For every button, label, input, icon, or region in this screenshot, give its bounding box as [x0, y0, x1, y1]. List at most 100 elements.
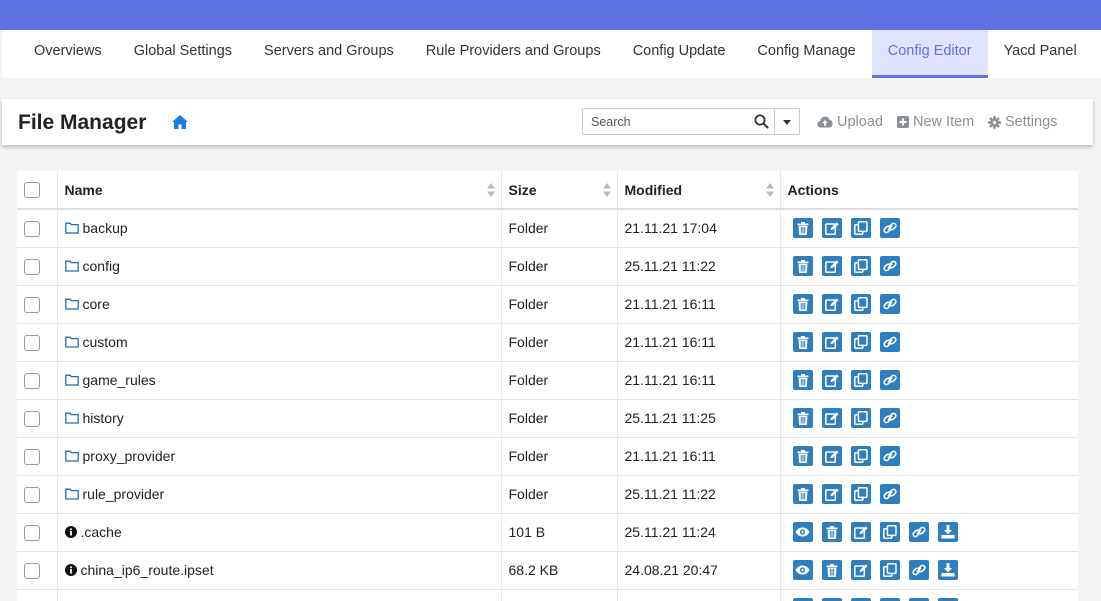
link-button[interactable] — [879, 256, 900, 276]
row-checkbox[interactable] — [24, 448, 40, 465]
link-button[interactable] — [908, 560, 929, 580]
table-row[interactable]: core Folder 21.11.21 16:11 — [17, 285, 1078, 324]
trash-button[interactable] — [792, 446, 813, 466]
name-cell[interactable] — [57, 589, 502, 601]
select-all-checkbox[interactable] — [24, 182, 40, 199]
trash-button[interactable] — [792, 484, 813, 504]
tab-rule-providers-and-groups[interactable]: Rule Providers and Groups — [410, 30, 617, 78]
copy-button[interactable] — [850, 446, 871, 466]
tab-ser[interactable]: Ser — [1093, 30, 1101, 78]
table-row[interactable]: proxy_provider Folder 21.11.21 16:11 — [17, 437, 1078, 476]
row-checkbox[interactable] — [24, 486, 40, 503]
link-button[interactable] — [879, 408, 900, 428]
tab-config-update[interactable]: Config Update — [617, 30, 742, 78]
trash-button[interactable] — [792, 408, 813, 428]
name-cell[interactable]: custom — [57, 323, 502, 362]
copy-button[interactable] — [850, 218, 871, 239]
table-row[interactable]: custom Folder 21.11.21 16:11 — [17, 323, 1078, 362]
edit-button[interactable] — [821, 370, 842, 390]
trash-button[interactable] — [792, 218, 813, 239]
download-button[interactable] — [937, 560, 958, 580]
search-options-button[interactable] — [775, 108, 800, 135]
file-name[interactable]: backup — [64, 220, 501, 236]
file-name[interactable]: .cache — [64, 524, 501, 540]
name-cell[interactable]: rule_provider — [57, 475, 502, 514]
column-header-size[interactable]: Size — [501, 171, 618, 210]
file-name[interactable]: game_rules — [64, 372, 501, 388]
column-header-modified[interactable]: Modified — [617, 171, 781, 210]
tab-config-manage[interactable]: Config Manage — [741, 30, 871, 78]
name-cell[interactable]: backup — [57, 209, 502, 248]
edit-button[interactable] — [821, 256, 842, 276]
new-item-button[interactable]: New Item — [897, 114, 974, 130]
copy-button[interactable] — [850, 256, 871, 276]
trash-button[interactable] — [821, 560, 842, 580]
table-row[interactable]: rule_provider Folder 25.11.21 11:22 — [17, 475, 1078, 514]
link-button[interactable] — [879, 484, 900, 504]
copy-button[interactable] — [850, 370, 871, 390]
edit-button[interactable] — [821, 484, 842, 504]
trash-button[interactable] — [792, 332, 813, 352]
table-row[interactable]: .cache 101 B 25.11.21 11:24 — [17, 513, 1078, 552]
download-button[interactable] — [937, 522, 958, 542]
edit-button[interactable] — [850, 560, 871, 580]
edit-button[interactable] — [821, 446, 842, 466]
table-row[interactable]: history Folder 25.11.21 11:25 — [17, 399, 1078, 438]
edit-button[interactable] — [821, 408, 842, 428]
file-name[interactable]: proxy_provider — [64, 448, 501, 464]
tab-yacd-panel[interactable]: Yacd Panel — [988, 30, 1093, 78]
trash-button[interactable] — [792, 370, 813, 390]
copy-button[interactable] — [850, 332, 871, 352]
link-button[interactable] — [879, 446, 900, 466]
tab-global-settings[interactable]: Global Settings — [118, 30, 248, 78]
table-row[interactable]: backup Folder 21.11.21 17:04 — [17, 209, 1078, 248]
edit-button[interactable] — [850, 522, 871, 542]
trash-button[interactable] — [792, 256, 813, 276]
trash-button[interactable] — [821, 522, 842, 542]
table-row[interactable]: config Folder 25.11.21 11:22 — [17, 247, 1078, 286]
link-button[interactable] — [879, 332, 900, 352]
row-checkbox[interactable] — [24, 334, 40, 351]
edit-button[interactable] — [821, 294, 842, 314]
file-name[interactable]: core — [64, 296, 501, 312]
tab-config-editor[interactable]: Config Editor — [871, 30, 988, 78]
file-name[interactable]: rule_provider — [64, 486, 501, 502]
link-button[interactable] — [908, 522, 929, 542]
home-icon[interactable] — [171, 114, 189, 130]
table-row[interactable]: china_ip6_route.ipset 68.2 KB 24.08.21 20:… — [17, 551, 1078, 590]
file-name[interactable]: china_ip6_route.ipset — [64, 562, 501, 578]
search-icon[interactable] — [754, 114, 769, 129]
row-checkbox[interactable] — [24, 258, 40, 275]
name-cell[interactable]: config — [57, 247, 502, 286]
trash-button[interactable] — [792, 294, 813, 314]
name-cell[interactable]: history — [57, 399, 502, 438]
name-cell[interactable]: game_rules — [57, 361, 502, 400]
eye-button[interactable] — [792, 522, 813, 542]
name-cell[interactable]: china_ip6_route.ipset — [57, 551, 502, 590]
copy-button[interactable] — [850, 408, 871, 428]
tab-servers-and-groups[interactable]: Servers and Groups — [248, 30, 410, 78]
row-checkbox[interactable] — [24, 372, 40, 389]
copy-button[interactable] — [879, 560, 900, 580]
link-button[interactable] — [879, 370, 900, 390]
search-input[interactable] — [583, 109, 743, 134]
row-checkbox[interactable] — [24, 562, 40, 579]
table-row[interactable]: game_rules Folder 21.11.21 16:11 — [17, 361, 1078, 400]
upload-button[interactable]: Upload — [817, 114, 883, 130]
link-button[interactable] — [879, 294, 900, 314]
row-checkbox[interactable] — [24, 410, 40, 427]
edit-button[interactable] — [821, 332, 842, 352]
name-cell[interactable]: .cache — [57, 513, 502, 552]
row-checkbox[interactable] — [24, 220, 40, 237]
row-checkbox[interactable] — [24, 296, 40, 313]
file-name[interactable]: history — [64, 410, 501, 426]
settings-button[interactable]: Settings — [988, 114, 1057, 130]
table-row[interactable] — [17, 589, 1078, 601]
file-name[interactable]: config — [64, 258, 501, 274]
column-header-name[interactable]: Name — [57, 171, 502, 210]
copy-button[interactable] — [850, 294, 871, 314]
copy-button[interactable] — [879, 522, 900, 542]
name-cell[interactable]: proxy_provider — [57, 437, 502, 476]
copy-button[interactable] — [850, 484, 871, 504]
edit-button[interactable] — [821, 218, 842, 239]
